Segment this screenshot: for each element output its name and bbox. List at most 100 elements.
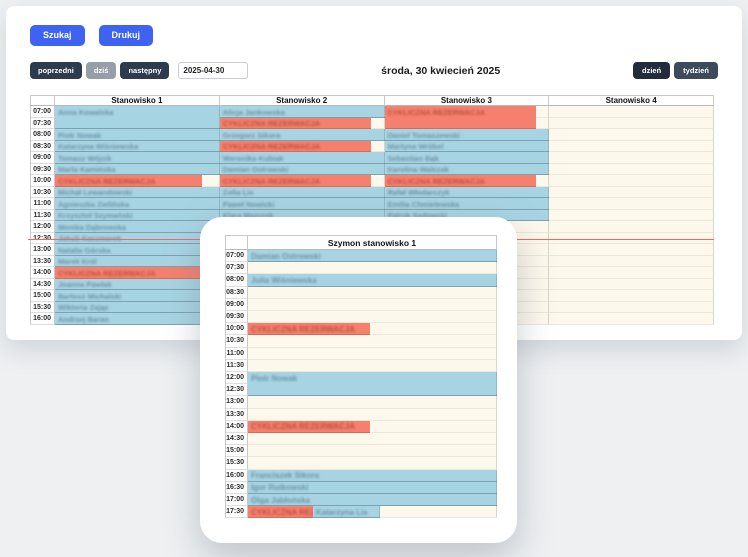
event-label: Marek Król — [55, 256, 220, 267]
event-cyclic[interactable]: CYKLICZNA REZERWACJA — [248, 421, 370, 433]
event-label: Katarzyna Wiśniewska — [55, 141, 220, 152]
event-cyclic[interactable]: CYKLICZNA REZERWACJA — [220, 118, 372, 130]
empty-slot[interactable] — [248, 409, 497, 421]
event-booking[interactable]: Krzysztof Szymański — [55, 210, 220, 222]
employee-schedule-modal: Szymon stanowisko 107:0007:3008:0008:300… — [200, 217, 517, 543]
event-booking[interactable]: Martyna Wróbel — [385, 141, 550, 153]
event-label: Julia Wiśniewska — [248, 274, 497, 285]
event-cyclic[interactable]: CYKLICZNA REZERWACJA — [385, 106, 537, 129]
empty-slot[interactable] — [248, 457, 497, 469]
page: Szukaj Drukuj poprzedni dziś następny śr… — [0, 0, 748, 557]
empty-slot[interactable] — [248, 348, 497, 360]
event-booking[interactable]: Katarzyna Wiśniewska — [55, 141, 220, 153]
empty-slot[interactable] — [549, 221, 714, 233]
event-booking[interactable]: Piotr Nowak — [248, 372, 497, 396]
event-booking[interactable]: Weronika Kubiak — [220, 152, 385, 164]
empty-slot[interactable] — [248, 445, 497, 457]
week-view-button[interactable]: tydzień — [674, 62, 718, 79]
empty-slot[interactable] — [549, 187, 714, 199]
event-booking[interactable]: Andrzej Baran — [55, 313, 220, 325]
event-booking[interactable]: Alicja Jankowska — [220, 106, 385, 118]
event-booking[interactable]: Marta Kamińska — [55, 164, 220, 176]
time-label: 08:00 — [226, 274, 248, 286]
event-cyclic[interactable]: CYKLICZNA REZERWACJA — [55, 267, 212, 279]
event-booking[interactable]: Sebastian Bąk — [385, 152, 550, 164]
event-booking[interactable]: Marek Król — [55, 256, 220, 268]
empty-slot[interactable] — [248, 311, 497, 323]
empty-slot[interactable] — [549, 152, 714, 164]
event-cyclic[interactable]: CYKLICZNA REZERWACJA — [220, 141, 372, 153]
event-booking[interactable]: Piotr Nowak — [55, 129, 220, 141]
empty-slot[interactable] — [549, 290, 714, 302]
print-button[interactable]: Drukuj — [99, 25, 154, 46]
event-booking[interactable]: Paweł Nowicki — [220, 198, 385, 210]
event-booking[interactable]: Franciszek Sikora — [248, 470, 497, 482]
day-view-button[interactable]: dzień — [633, 62, 670, 79]
empty-slot[interactable] — [248, 299, 497, 311]
event-booking[interactable]: Emilia Chmielewska — [385, 198, 550, 210]
search-button[interactable]: Szukaj — [30, 25, 85, 46]
event-booking[interactable]: Katarzyna Lis — [313, 506, 380, 518]
time-label: 07:00 — [31, 106, 55, 118]
empty-slot[interactable] — [248, 262, 497, 274]
event-cyclic[interactable]: CYKLICZNA REZERWACJA — [220, 175, 372, 187]
event-booking[interactable]: Bartosz Michalski — [55, 290, 220, 302]
event-label: CYKLICZNA REZERWACJA — [55, 267, 212, 278]
time-label: 13:00 — [226, 396, 248, 408]
event-booking[interactable]: Agnieszka Zielińska — [55, 198, 220, 210]
event-booking[interactable]: Natalia Górska — [55, 244, 220, 256]
event-booking[interactable]: Karolina Walczak — [385, 164, 550, 176]
event-label: Daniel Tomaszewski — [385, 129, 550, 140]
event-booking[interactable]: Julia Wiśniewska — [248, 274, 497, 286]
empty-slot[interactable] — [549, 210, 714, 222]
event-booking[interactable]: Rafał Włodarczyk — [385, 187, 550, 199]
event-booking[interactable]: Wiktoria Zając — [55, 302, 220, 314]
empty-slot[interactable] — [549, 267, 714, 279]
empty-slot[interactable] — [549, 175, 714, 187]
event-cyclic[interactable]: CYKLICZNA REZERWACJA — [55, 175, 202, 187]
empty-slot[interactable] — [549, 141, 714, 153]
event-booking[interactable]: Joanna Pawlak — [55, 279, 220, 291]
empty-slot[interactable] — [549, 313, 714, 325]
empty-slot[interactable] — [248, 396, 497, 408]
empty-slot[interactable] — [549, 256, 714, 268]
today-button[interactable]: dziś — [86, 62, 117, 79]
station-column-header: Stanowisko 2 — [220, 96, 385, 106]
event-booking[interactable]: Tomasz Wójcik — [55, 152, 220, 164]
empty-slot[interactable] — [549, 198, 714, 210]
date-input[interactable] — [178, 62, 248, 79]
event-cyclic[interactable]: CYKLICZNA REZERWACJA — [248, 323, 370, 335]
event-label: Damian Ostrowski — [248, 250, 497, 261]
empty-slot[interactable] — [549, 164, 714, 176]
empty-slot[interactable] — [549, 302, 714, 314]
event-booking[interactable]: Grzegorz Sikora — [220, 129, 385, 141]
empty-slot[interactable] — [248, 335, 497, 347]
empty-slot[interactable] — [549, 244, 714, 256]
event-booking[interactable]: Michał Lewandowski — [55, 187, 220, 199]
empty-slot[interactable] — [248, 433, 497, 445]
time-label: 10:00 — [226, 323, 248, 335]
event-booking[interactable]: Damian Ostrowski — [220, 164, 385, 176]
empty-slot[interactable] — [248, 360, 497, 372]
event-booking[interactable]: Daniel Tomaszewski — [385, 129, 550, 141]
event-cyclic[interactable]: CYKLICZNA REZERWACJA — [385, 175, 537, 187]
event-booking[interactable]: Igor Rutkowski — [248, 482, 497, 494]
event-label: CYKLICZNA REZERWACJA — [220, 141, 372, 152]
event-booking[interactable]: Damian Ostrowski — [248, 250, 497, 262]
time-label: 11:30 — [31, 210, 55, 222]
event-booking[interactable]: Zofia Lis — [220, 187, 385, 199]
empty-slot[interactable] — [248, 287, 497, 299]
event-booking[interactable]: Anna Kowalska — [55, 106, 220, 129]
empty-slot[interactable] — [549, 279, 714, 291]
event-cyclic[interactable]: CYKLICZNA REZERWACJA — [248, 506, 313, 518]
next-day-button[interactable]: następny — [120, 62, 169, 79]
event-label: Igor Rutkowski — [248, 482, 497, 493]
empty-slot[interactable] — [549, 129, 714, 141]
empty-slot[interactable] — [549, 106, 714, 118]
event-label: Jakub Kaczmarek — [55, 233, 220, 244]
event-booking[interactable]: Monika Dąbrowska — [55, 221, 220, 233]
event-label: CYKLICZNA REZERWACJA — [55, 175, 202, 186]
empty-slot[interactable] — [549, 118, 714, 130]
event-booking[interactable]: Olga Jabłońska — [248, 494, 497, 506]
prev-day-button[interactable]: poprzedni — [30, 62, 82, 79]
